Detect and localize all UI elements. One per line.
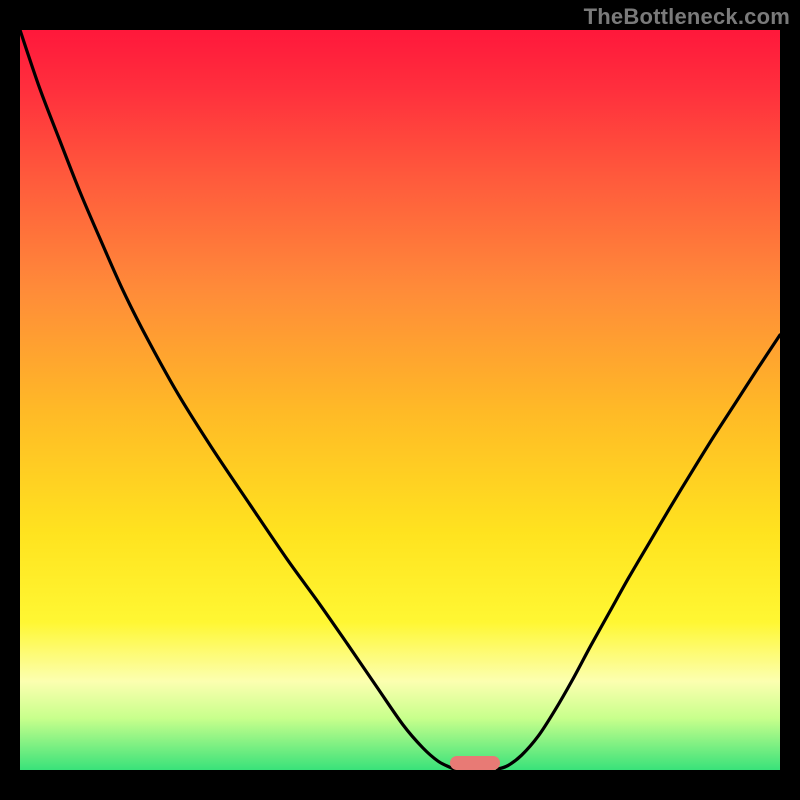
plot-area <box>20 30 780 770</box>
watermark-text: TheBottleneck.com <box>584 4 790 30</box>
chart-frame: TheBottleneck.com <box>0 0 800 800</box>
left-branch-curve <box>20 30 455 769</box>
right-branch-curve <box>497 335 780 769</box>
curve-layer <box>20 30 780 770</box>
bottleneck-marker <box>450 756 500 770</box>
